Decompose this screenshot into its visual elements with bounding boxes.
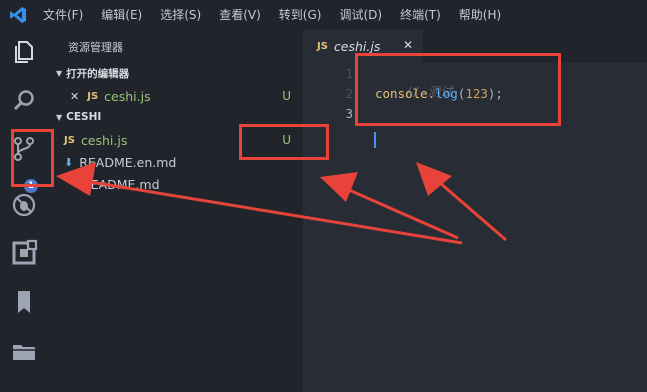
close-icon[interactable]: ✕ <box>70 90 79 103</box>
menu-items: 文件(F) 编辑(E) 选择(S) 查看(V) 转到(G) 调试(D) 终端(T… <box>43 0 519 29</box>
explorer-title: 资源管理器 <box>68 41 123 54</box>
file-name: ceshi.js <box>80 132 128 148</box>
tab-title: ceshi.js <box>333 38 381 54</box>
debug-icon[interactable] <box>10 191 38 219</box>
file-name: README.md <box>82 176 160 192</box>
annotation-box-code <box>355 53 561 126</box>
line-number: 2 <box>345 86 353 101</box>
open-editors-label: 打开的编辑器 <box>66 68 130 80</box>
explorer-sidebar: 资源管理器 ▼ 打开的编辑器 ✕ JS ceshi.js U ▼ CESHI J… <box>50 29 303 392</box>
bookmark-icon[interactable] <box>10 288 38 316</box>
open-editor-filename: ceshi.js <box>104 88 151 104</box>
chevron-down-icon: ▼ <box>56 69 63 78</box>
menu-view[interactable]: 查看(V) <box>219 6 261 23</box>
folder-header[interactable]: ▼ CESHI <box>56 111 101 123</box>
close-icon[interactable]: ✕ <box>403 38 413 52</box>
status-untracked: U <box>282 89 291 103</box>
chevron-down-icon: ▼ <box>56 112 63 122</box>
activity-bar: 1 <box>0 29 50 392</box>
menu-help[interactable]: 帮助(H) <box>459 6 501 23</box>
folder-label: CESHI <box>66 111 102 123</box>
files-icon[interactable] <box>10 38 38 66</box>
extensions-icon[interactable] <box>10 239 38 267</box>
open-editors-header[interactable]: ▼ 打开的编辑器 <box>56 66 129 81</box>
file-name: README.en.md <box>79 154 177 170</box>
annotation-box-scm <box>11 129 54 187</box>
menu-edit[interactable]: 编辑(E) <box>101 6 142 23</box>
annotation-box-status <box>239 124 329 160</box>
js-file-icon: JS <box>64 134 75 146</box>
js-file-icon: JS <box>317 40 328 52</box>
vscode-logo-icon[interactable] <box>9 6 27 24</box>
menu-bar: 文件(F) 编辑(E) 选择(S) 查看(V) 转到(G) 调试(D) 终端(T… <box>0 0 647 29</box>
folder-icon[interactable] <box>10 337 38 365</box>
menu-file[interactable]: 文件(F) <box>43 6 83 23</box>
file-item-readme[interactable]: README.md <box>50 173 303 195</box>
menu-debug[interactable]: 调试(D) <box>339 6 382 23</box>
line-number: 3 <box>345 106 353 121</box>
download-arrow-icon: ⬇ <box>64 155 74 169</box>
menu-go[interactable]: 转到(G) <box>279 6 322 23</box>
search-icon[interactable] <box>10 87 38 115</box>
menu-selection[interactable]: 选择(S) <box>160 6 201 23</box>
js-file-icon: JS <box>87 90 99 102</box>
line-number: 1 <box>345 66 353 81</box>
menu-terminal[interactable]: 终端(T) <box>400 6 441 23</box>
text-cursor <box>374 132 376 148</box>
open-editor-item[interactable]: ✕ JS ceshi.js U <box>50 85 303 107</box>
